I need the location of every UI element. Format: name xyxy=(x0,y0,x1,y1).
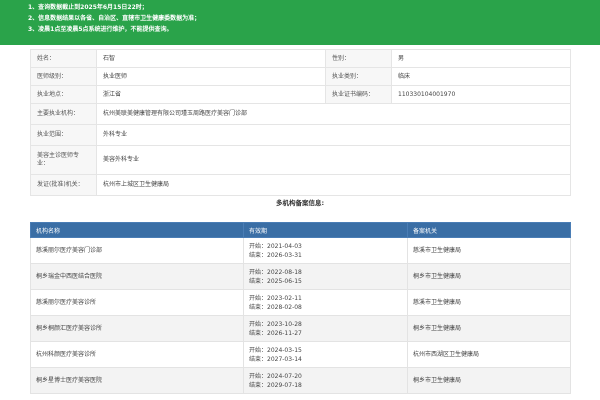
period-end: 结束：2025-06-15 xyxy=(249,277,302,285)
table-header-row: 机构名称 有效期 备案机关 xyxy=(30,222,571,238)
place-value: 浙江省 xyxy=(96,85,326,104)
column-header-authority: 备案机关 xyxy=(407,222,571,238)
level-value: 执业医师 xyxy=(96,67,326,86)
scope-label: 执业范围： xyxy=(30,124,97,146)
filing-authority: 慈溪市卫生健康局 xyxy=(407,289,571,316)
institution-name: 杭州科颜医疗美容诊所 xyxy=(30,341,244,368)
institution-name: 慈溪丽尔医疗美容诊所 xyxy=(30,289,244,316)
period-start: 开始：2022-08-18 xyxy=(249,268,302,276)
table-row: 桐乡星博士医疗美容医院 开始：2024-07-20 结束：2029-07-18 桐… xyxy=(30,367,571,394)
place-label: 执业地点： xyxy=(30,85,97,104)
filing-authority: 桐乡市卫生健康局 xyxy=(407,367,571,394)
name-value: 石智 xyxy=(96,49,326,68)
validity-period: 开始：2022-08-18 结束：2025-06-15 xyxy=(243,263,408,290)
category-value: 临床 xyxy=(391,67,571,86)
cert-value: 110330104001970 xyxy=(391,85,571,104)
column-header-period: 有效期 xyxy=(243,222,408,238)
table-row: 桐乡桐颜汇医疗美容诊所 开始：2023-10-28 结束：2026-11-27 桐… xyxy=(30,315,571,342)
filing-authority: 杭州市西湖区卫生健康局 xyxy=(407,341,571,368)
org-value: 杭州美联美健康管理有限公司瑾玉周路医疗美容门诊部 xyxy=(96,103,571,125)
period-end: 结束：2026-11-27 xyxy=(249,329,302,337)
period-end: 结束：2026-03-31 xyxy=(249,251,302,259)
institution-name: 慈溪丽尔医疗美容门诊部 xyxy=(30,237,244,264)
validity-period: 开始：2023-02-11 结束：2028-02-08 xyxy=(243,289,408,316)
institution-name: 桐乡星博士医疗美容医院 xyxy=(30,367,244,394)
scope-value: 外科专业 xyxy=(96,124,571,146)
category-label: 执业类别： xyxy=(325,67,392,86)
level-label: 医师级别： xyxy=(30,67,97,86)
validity-period: 开始：2024-07-20 结束：2029-07-18 xyxy=(243,367,408,394)
notice-line: 3、凌晨1点至凌晨5点系统进行维护，不能提供查询。 xyxy=(28,26,173,33)
cert-label: 执业证书编码： xyxy=(325,85,392,104)
notice-line: 1、查询数据截止到2025年6月15日22时； xyxy=(28,4,148,11)
gender-value: 男 xyxy=(391,49,571,68)
institution-name: 桐乡瑞金中西医结合医院 xyxy=(30,263,244,290)
validity-period: 开始：2024-03-15 结束：2027-03-14 xyxy=(243,341,408,368)
period-start: 开始：2021-04-03 xyxy=(249,242,302,250)
doctor-info-table: 姓名： 石智 性别： 男 医师级别： 执业医师 执业类别： 临床 执业地点： 浙… xyxy=(30,49,571,196)
name-label: 姓名： xyxy=(30,49,97,68)
filing-authority: 慈溪市卫生健康局 xyxy=(407,237,571,264)
org-label: 主要执业机构： xyxy=(30,103,97,125)
validity-period: 开始：2023-10-28 结束：2026-11-27 xyxy=(243,315,408,342)
issuer-value: 杭州市上城区卫生健康局 xyxy=(96,174,571,196)
period-end: 结束：2027-03-14 xyxy=(249,355,302,363)
table-row: 杭州科颜医疗美容诊所 开始：2024-03-15 结束：2027-03-14 杭州… xyxy=(30,341,571,368)
major-value: 美容外科专业 xyxy=(96,145,571,175)
period-end: 结束：2029-07-18 xyxy=(249,381,302,389)
table-row: 桐乡瑞金中西医结合医院 开始：2022-08-18 结束：2025-06-15 桐… xyxy=(30,263,571,290)
multi-institution-table: 机构名称 有效期 备案机关 慈溪丽尔医疗美容门诊部 开始：2021-04-03 结… xyxy=(30,222,571,394)
institution-name: 桐乡桐颜汇医疗美容诊所 xyxy=(30,315,244,342)
section-title: 多机构备案信息: xyxy=(275,199,325,207)
period-start: 开始：2023-02-11 xyxy=(249,294,302,302)
period-start: 开始：2024-03-15 xyxy=(249,346,302,354)
filing-authority: 桐乡市卫生健康局 xyxy=(407,263,571,290)
notice-banner: 1、查询数据截止到2025年6月15日22时； 2、信息数据结果以各省、自治区、… xyxy=(0,0,600,45)
period-start: 开始：2023-10-28 xyxy=(249,320,302,328)
notice-line: 2、信息数据结果以各省、自治区、直辖市卫生健康委数据为准； xyxy=(28,15,201,22)
major-label: 美容主诊医师专业： xyxy=(30,145,97,175)
validity-period: 开始：2021-04-03 结束：2026-03-31 xyxy=(243,237,408,264)
column-header-name: 机构名称 xyxy=(30,222,244,238)
issuer-label: 发证(批准)机关： xyxy=(30,174,97,196)
gender-label: 性别： xyxy=(325,49,392,68)
table-row: 慈溪丽尔医疗美容诊所 开始：2023-02-11 结束：2028-02-08 慈溪… xyxy=(30,289,571,316)
table-row: 慈溪丽尔医疗美容门诊部 开始：2021-04-03 结束：2026-03-31 慈… xyxy=(30,237,571,264)
period-start: 开始：2024-07-20 xyxy=(249,372,302,380)
filing-authority: 桐乡市卫生健康局 xyxy=(407,315,571,342)
period-end: 结束：2028-02-08 xyxy=(249,303,302,311)
